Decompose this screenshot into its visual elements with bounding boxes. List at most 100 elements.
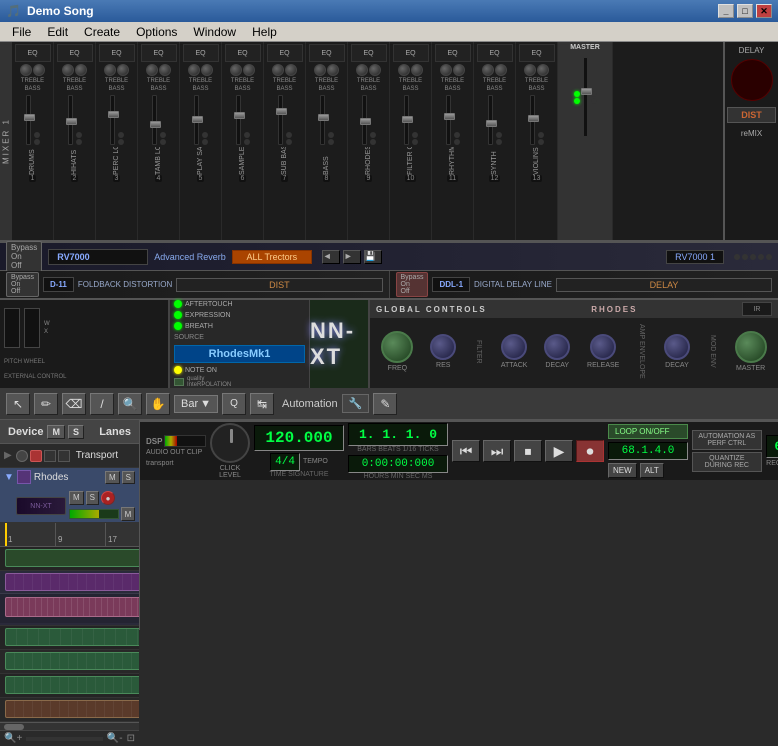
rv7000-patches[interactable]: ALL Trectors	[232, 250, 312, 264]
bass-knob-10[interactable]	[411, 64, 423, 76]
close-button[interactable]: ✕	[756, 4, 772, 18]
fader-3[interactable]	[110, 95, 115, 145]
rewind-btn[interactable]: ⏮	[452, 440, 480, 462]
loop-value-display[interactable]: 68.1.4.0	[608, 442, 688, 460]
tab-btn[interactable]: ↹	[250, 393, 274, 415]
menu-window[interactable]: Window	[185, 23, 244, 41]
treble-knob-12[interactable]	[482, 64, 494, 76]
quantize-btn[interactable]: Q	[222, 393, 246, 415]
bass-knob-4[interactable]	[159, 64, 171, 76]
bars-beats-display[interactable]: 1. 1. 1. 0	[348, 423, 448, 446]
eq-9[interactable]: EQ	[351, 44, 387, 62]
decay-knob[interactable]	[544, 334, 570, 360]
bar-mode-select[interactable]: Bar ▼	[174, 395, 218, 413]
transport-block[interactable]	[5, 549, 139, 567]
tamb-block[interactable]	[5, 700, 139, 718]
fader-10[interactable]	[404, 95, 409, 145]
rv7000-bypass-btn[interactable]: BypassOnOff	[6, 241, 42, 272]
bass-knob-5[interactable]	[201, 64, 213, 76]
high-quality-toggle[interactable]	[174, 378, 184, 386]
eq-1[interactable]: EQ	[15, 44, 51, 62]
automation-perf-btn[interactable]: AUTOMATION AS PERF CTRL	[692, 430, 762, 450]
alt-btn[interactable]: ALT	[640, 463, 664, 478]
treble-knob-1[interactable]	[20, 64, 32, 76]
loop-on-off-btn[interactable]: LOOP ON/OFF	[608, 424, 688, 439]
eq-6[interactable]: EQ	[225, 44, 261, 62]
fader-8[interactable]	[320, 95, 325, 145]
fader-9[interactable]	[362, 95, 367, 145]
fader-1[interactable]	[26, 95, 31, 145]
rhodes-m-btn3[interactable]: M	[121, 507, 135, 521]
stop-btn[interactable]: ⏹	[514, 440, 542, 462]
rv7000-floppy-btn[interactable]: 💾	[364, 250, 382, 264]
bass-knob-7[interactable]	[285, 64, 297, 76]
time-sig-display[interactable]: 4/4	[270, 453, 300, 471]
seq-scroll-thumb[interactable]	[4, 724, 24, 730]
eq-4[interactable]: EQ	[141, 44, 177, 62]
select-tool-btn[interactable]: ↖	[6, 393, 30, 415]
maximize-button[interactable]: □	[737, 4, 753, 18]
menu-create[interactable]: Create	[76, 23, 128, 41]
treble-knob-9[interactable]	[356, 64, 368, 76]
treble-knob-3[interactable]	[104, 64, 116, 76]
eq-2[interactable]: EQ	[57, 44, 93, 62]
device-m-btn[interactable]: M	[47, 425, 65, 439]
master-vol-knob[interactable]	[735, 331, 767, 363]
rhodes-row[interactable]: ▼ Rhodes M S NN-XT M S ●	[0, 468, 139, 523]
bass-knob-12[interactable]	[495, 64, 507, 76]
fader-7[interactable]	[278, 95, 283, 145]
transport-expand-icon[interactable]: ▶	[4, 450, 12, 461]
delay-knob[interactable]	[731, 59, 773, 101]
bass-knob-9[interactable]	[369, 64, 381, 76]
line-tool-btn[interactable]: /	[90, 393, 114, 415]
bass-knob-8[interactable]	[327, 64, 339, 76]
rhodes-s-btn[interactable]: S	[122, 471, 135, 484]
eq-3[interactable]: EQ	[99, 44, 135, 62]
d11-display[interactable]: DIST	[176, 278, 382, 292]
menu-file[interactable]: File	[4, 23, 39, 41]
eq-5[interactable]: EQ	[183, 44, 219, 62]
rhodes-m-btn[interactable]: M	[105, 471, 120, 484]
bass-knob-2[interactable]	[75, 64, 87, 76]
rhodes-block-main[interactable]	[5, 573, 139, 591]
patch-display[interactable]: RhodesMk1	[174, 345, 305, 363]
device-s-btn[interactable]: S	[68, 425, 84, 439]
zoom-tool-btn[interactable]: 🔍	[118, 393, 142, 415]
rv7000-next-btn[interactable]: ►	[343, 250, 361, 264]
rhodes-expand-icon[interactable]: ▼	[4, 472, 14, 483]
zoom-slider[interactable]	[26, 737, 103, 741]
bass-knob-13[interactable]	[537, 64, 549, 76]
rv7000-prev-btn[interactable]: ◄	[322, 250, 340, 264]
hours-display[interactable]: 0:00:00:000	[348, 455, 448, 473]
new-btn[interactable]: NEW	[608, 463, 637, 478]
fader-13[interactable]	[530, 95, 535, 145]
fader-11[interactable]	[446, 95, 451, 145]
eq-10[interactable]: EQ	[393, 44, 429, 62]
menu-help[interactable]: Help	[244, 23, 285, 41]
fader-2[interactable]	[68, 95, 73, 145]
bass-knob-11[interactable]	[453, 64, 465, 76]
eq-12[interactable]: EQ	[477, 44, 513, 62]
quantize-btn2[interactable]: QUANTIZE DURING REC	[692, 452, 762, 472]
play-btn[interactable]: ▶	[545, 440, 573, 462]
record-btn[interactable]: ⏺	[576, 440, 604, 462]
treble-knob-11[interactable]	[440, 64, 452, 76]
perc-block[interactable]	[5, 676, 139, 694]
eq-11[interactable]: EQ	[435, 44, 471, 62]
treble-knob-7[interactable]	[272, 64, 284, 76]
mod-wheel[interactable]	[24, 308, 40, 348]
treble-knob-5[interactable]	[188, 64, 200, 76]
bass-knob-1[interactable]	[33, 64, 45, 76]
fader-5[interactable]	[194, 95, 199, 145]
eq-13[interactable]: EQ	[519, 44, 555, 62]
hand-tool-btn[interactable]: ✋	[146, 393, 170, 415]
ddl1-display[interactable]: DELAY	[556, 278, 772, 292]
eq-8[interactable]: EQ	[309, 44, 345, 62]
bass-knob-6[interactable]	[243, 64, 255, 76]
treble-knob-10[interactable]	[398, 64, 410, 76]
freq-knob[interactable]	[381, 331, 413, 363]
treble-knob-13[interactable]	[524, 64, 536, 76]
treble-knob-8[interactable]	[314, 64, 326, 76]
tempo-display[interactable]: 120.000	[254, 425, 344, 451]
fader-master[interactable]	[583, 57, 588, 137]
